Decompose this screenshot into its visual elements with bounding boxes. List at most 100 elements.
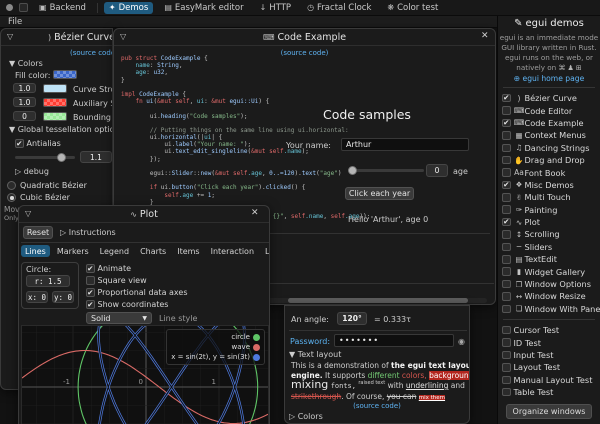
demo-item[interactable]: ↔ Window Resize — [498, 290, 600, 302]
bounding-width[interactable]: 0 — [13, 111, 36, 121]
tessellation-slider-knob[interactable] — [57, 153, 66, 162]
curve-stroke-width[interactable]: 1.0 — [13, 83, 36, 93]
bezier-titlebar[interactable]: ▽ )Bézier Curve — [1, 29, 112, 46]
demo-checkbox[interactable] — [502, 144, 511, 153]
tab-lines[interactable]: Lines — [21, 245, 50, 257]
collapse-triangle-icon[interactable]: ▽ — [25, 209, 31, 218]
tab-color-test[interactable]: ❋ Color test — [382, 2, 443, 14]
test-checkbox[interactable] — [502, 376, 511, 385]
tab-markers[interactable]: Markers — [53, 245, 93, 257]
debug-header[interactable]: ▷ debug — [15, 167, 49, 176]
demo-item[interactable]: Aa Font Book — [498, 166, 600, 178]
tab-demos[interactable]: ✦ Demos — [104, 2, 153, 14]
demo-checkbox[interactable]: ✔ — [502, 181, 511, 190]
test-item[interactable]: ID Test — [498, 336, 600, 348]
test-checkbox[interactable] — [502, 326, 511, 335]
demo-checkbox[interactable]: ✔ — [502, 94, 511, 103]
demo-item[interactable]: ✔ ⌨ Code Example — [498, 117, 600, 129]
demo-checkbox[interactable] — [502, 156, 511, 165]
plot-canvas[interactable]: -101 circle wave — [21, 325, 269, 424]
code-example-titlebar[interactable]: ▽ ⌨Code Example ✕ — [114, 29, 495, 46]
tessellation-header[interactable]: ▼ Global tessellation options — [9, 125, 113, 134]
demo-checkbox[interactable] — [502, 106, 511, 115]
show-coordinates-checkbox[interactable]: ✔Show coordinates — [86, 300, 168, 309]
demo-checkbox[interactable]: ✔ — [502, 218, 511, 227]
demo-item[interactable]: ♫ Dancing Strings — [498, 142, 600, 154]
curve-stroke-swatch[interactable] — [43, 84, 67, 93]
file-menu[interactable]: File — [8, 17, 22, 27]
tab-linked-axes[interactable]: Linked Axes — [261, 245, 270, 257]
tab-fractal-clock[interactable]: ◷ Fractal Clock — [302, 2, 376, 14]
instructions-header[interactable]: ▷ Instructions — [60, 228, 116, 237]
demo-item[interactable]: ✔ ∿ Plot — [498, 216, 600, 228]
plot-titlebar[interactable]: ▽ ∿Plot ✕ — [19, 206, 269, 223]
tab-charts[interactable]: Charts — [136, 245, 170, 257]
colors-collapsing-header[interactable]: ▷ Colors — [289, 412, 323, 421]
tab-legend[interactable]: Legend — [96, 245, 133, 257]
horizontal-scrollbar-handle[interactable] — [288, 298, 468, 303]
tab-easymark-editor[interactable]: ▤ EasyMark editor — [159, 2, 248, 14]
test-item[interactable]: Table Test — [498, 386, 600, 398]
demo-item[interactable]: ⌨ Code Editor — [498, 104, 600, 116]
demo-checkbox[interactable] — [502, 168, 511, 177]
organize-windows-button[interactable]: Organize windows — [506, 404, 593, 419]
radio-quadratic[interactable]: Quadratic Bézier — [7, 181, 87, 190]
demo-checkbox[interactable] — [502, 305, 511, 314]
demo-item[interactable]: ▤ TextEdit — [498, 253, 600, 265]
radio-cubic[interactable]: Cubic Bézier — [7, 193, 70, 202]
bounding-swatch[interactable] — [43, 112, 67, 121]
test-item[interactable]: Input Test — [498, 349, 600, 361]
test-item[interactable]: Layout Test — [498, 361, 600, 373]
demo-checkbox[interactable]: ✔ — [502, 119, 511, 128]
misc-source-link[interactable]: (source code) — [353, 402, 401, 410]
test-checkbox[interactable] — [502, 388, 511, 397]
eye-icon[interactable]: ◉ — [458, 337, 465, 346]
angle-drag-value[interactable]: 120° — [337, 312, 367, 325]
tab-http[interactable]: ↓ HTTP — [255, 2, 296, 14]
test-checkbox[interactable] — [502, 338, 511, 347]
test-checkbox[interactable] — [502, 363, 511, 372]
tessellation-value[interactable]: 1.1 — [80, 151, 112, 163]
backend-toggle[interactable]: ▣ Backend — [34, 2, 91, 14]
age-slider[interactable] — [348, 169, 424, 172]
legend-entry[interactable]: x = sin(2t), y = sin(3t) — [171, 352, 260, 362]
demo-checkbox[interactable] — [502, 193, 511, 202]
demo-item[interactable]: ❒ Window Options — [498, 278, 600, 290]
tab-items[interactable]: Items — [173, 245, 203, 257]
collapse-triangle-icon[interactable]: ▽ — [7, 32, 13, 41]
line-style-dropdown[interactable]: Solid▼ — [86, 312, 152, 324]
demo-checkbox[interactable] — [502, 230, 511, 239]
demo-item[interactable]: ✔ ❖ Misc Demos — [498, 179, 600, 191]
top-checkbox[interactable] — [19, 3, 28, 12]
demo-item[interactable]: ─ Sliders — [498, 241, 600, 253]
proportional-axes-checkbox[interactable]: ✔Proportional data axes — [86, 288, 188, 297]
legend-entry[interactable]: circle — [171, 332, 260, 342]
demo-checkbox[interactable] — [502, 280, 511, 289]
colors-header[interactable]: ▼ Colors — [9, 59, 43, 68]
circle-y-value[interactable]: y: 0 — [52, 291, 74, 303]
close-icon[interactable]: ✕ — [481, 31, 489, 41]
password-label[interactable]: Password: — [290, 337, 330, 346]
antialias-checkbox[interactable]: ✔Antialias — [15, 139, 61, 148]
legend-entry[interactable]: wave — [171, 342, 260, 352]
close-icon[interactable]: ✕ — [251, 208, 259, 218]
demo-item[interactable]: ↕ Scrolling — [498, 228, 600, 240]
demo-checkbox[interactable] — [502, 292, 511, 301]
egui-home-page-link[interactable]: ⊕ egui home page — [498, 74, 600, 83]
name-input[interactable]: Arthur — [341, 138, 469, 151]
demo-item[interactable]: ✑ Painting — [498, 204, 600, 216]
square-view-checkbox[interactable]: Square view — [86, 276, 147, 285]
demo-checkbox[interactable] — [502, 267, 511, 276]
aux-stroke-width[interactable]: 1.0 — [13, 97, 36, 107]
circle-x-value[interactable]: x: 0 — [26, 291, 48, 303]
password-input[interactable]: ••••••• — [334, 334, 454, 347]
demo-item[interactable]: ▮ Widget Gallery — [498, 265, 600, 277]
demo-checkbox[interactable] — [502, 205, 511, 214]
app-dot-button[interactable] — [6, 4, 13, 11]
test-checkbox[interactable] — [502, 351, 511, 360]
demo-checkbox[interactable] — [502, 131, 511, 140]
fill-color-swatch[interactable] — [53, 70, 77, 79]
click-each-year-button[interactable]: Click each year — [345, 187, 414, 200]
tab-interaction[interactable]: Interaction — [207, 245, 258, 257]
demo-item[interactable]: ▦ Context Menus — [498, 129, 600, 141]
